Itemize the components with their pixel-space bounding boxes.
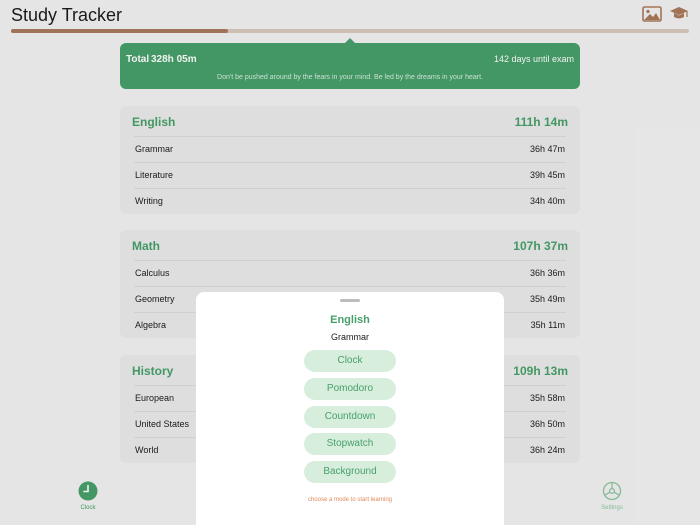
mode-stopwatch-button[interactable]: Stopwatch (304, 433, 396, 455)
sheet-drag-handle[interactable] (340, 299, 360, 302)
mode-hint: choose a mode to start learning (307, 497, 393, 503)
mode-background-button[interactable]: Background (304, 461, 396, 483)
mode-countdown-button[interactable]: Countdown (304, 406, 396, 428)
app-window: Study Tracker Total 328h 05m 142 days un… (0, 0, 700, 525)
mode-clock-button[interactable]: Clock (304, 350, 396, 372)
sheet-subject-title: English (330, 314, 370, 326)
mode-picker-sheet: English Grammar Clock Pomodoro Countdown… (196, 292, 504, 525)
mode-pomodoro-button[interactable]: Pomodoro (304, 378, 396, 400)
sheet-topic-title: Grammar (331, 332, 369, 342)
